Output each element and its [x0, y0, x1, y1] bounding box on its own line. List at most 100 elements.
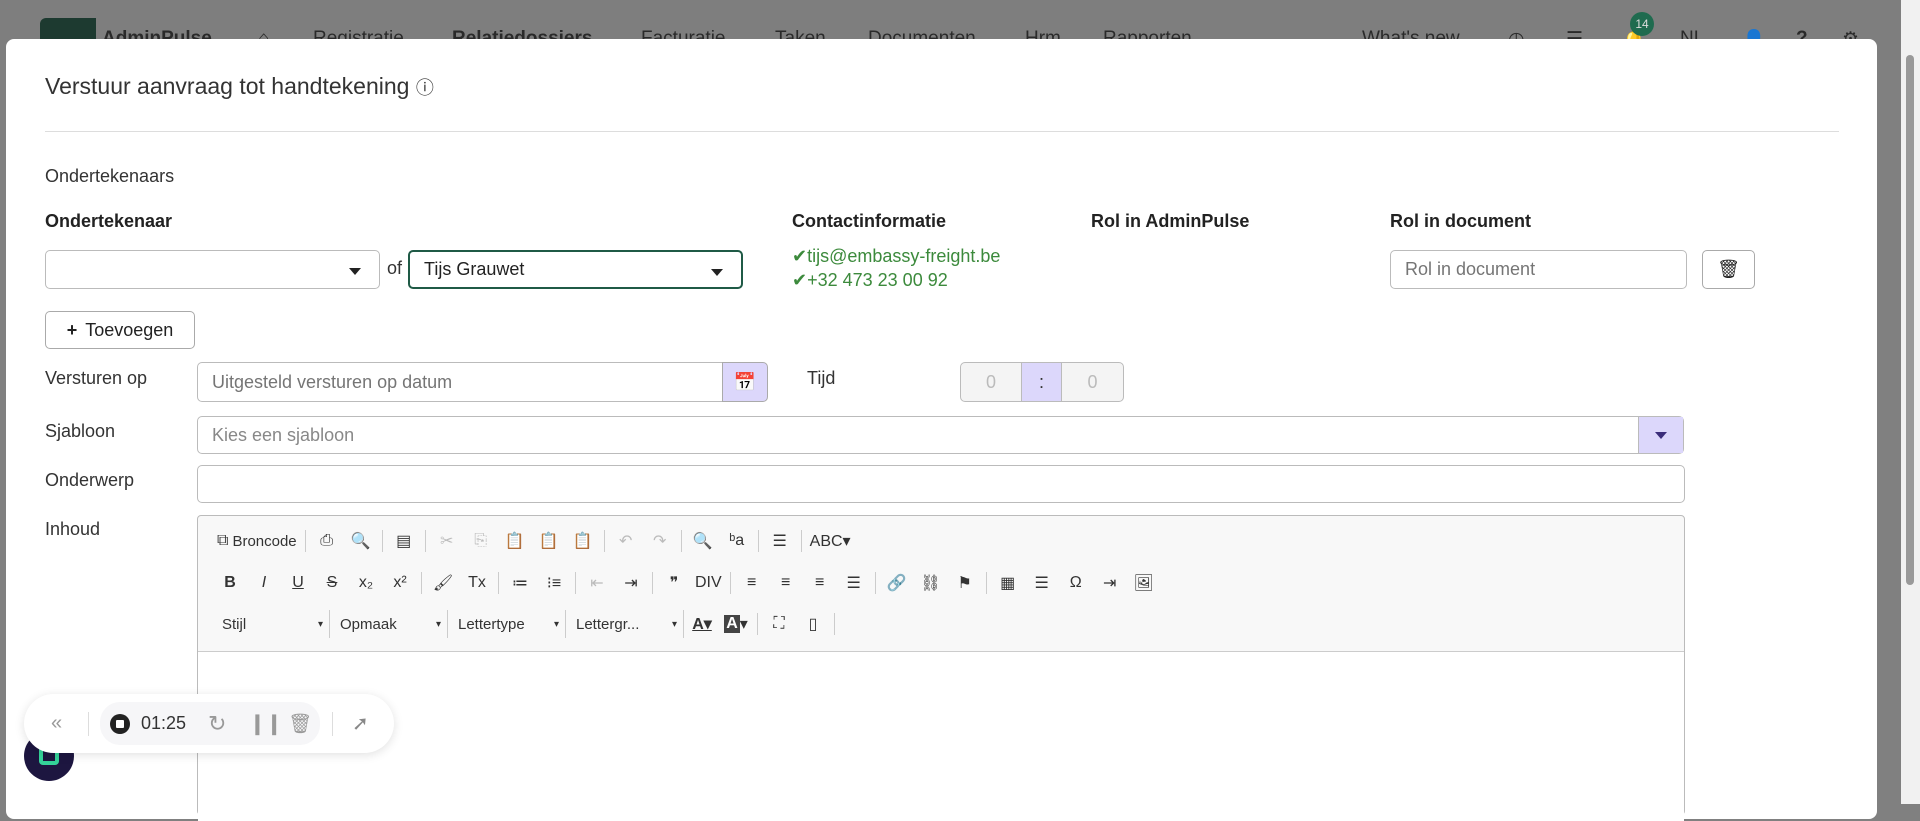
text-color-icon: A▾	[692, 616, 712, 633]
maximize-button[interactable]: ⛶	[763, 610, 795, 638]
blockquote-button[interactable]: ❞	[658, 569, 690, 597]
table-icon: ▦	[1000, 575, 1016, 592]
minute-input[interactable]: 0	[1061, 362, 1124, 402]
chevron-down-icon	[349, 268, 361, 275]
spellcheck-button[interactable]: ABC▾	[807, 527, 854, 555]
help-circle-icon[interactable]: ⓘ	[416, 78, 434, 98]
link-button[interactable]: 🔗	[881, 569, 913, 597]
scrollbar-thumb[interactable]	[1906, 55, 1914, 585]
templates-button[interactable]: ⎙	[311, 527, 343, 555]
superscript-button[interactable]: x²	[384, 569, 416, 597]
editor-toolbar-row-3: Stijl ▾ Opmaak ▾ Lettertype ▾ Lettergr... ▾ …	[214, 610, 838, 638]
align-center-icon: ≡	[781, 574, 791, 591]
section-label: Ondertekenaars	[45, 166, 175, 186]
signer-contact-select[interactable]: Tijs Grauwet	[408, 250, 743, 289]
add-signer-button[interactable]: + Toevoegen	[45, 311, 195, 349]
copy-button[interactable]: ⎘	[465, 527, 497, 555]
cut-button[interactable]: ✂	[431, 527, 463, 555]
signer-value: Tijs Grauwet	[424, 259, 525, 279]
strike-button[interactable]: S	[316, 569, 348, 597]
image-button[interactable]: 🖼	[1128, 569, 1160, 597]
separator	[381, 530, 383, 552]
hour-input[interactable]: 0	[960, 362, 1022, 402]
special-char-button[interactable]: Ω	[1060, 569, 1092, 597]
style-combo[interactable]: Stijl ▾	[214, 610, 330, 638]
restart-icon[interactable]: ↻	[208, 711, 226, 737]
align-left-button[interactable]: ≡	[736, 569, 768, 597]
template-placeholder: Kies een sjabloon	[212, 424, 355, 445]
check-icon: ✔	[792, 270, 808, 290]
outdent-button[interactable]: ⇤	[581, 569, 613, 597]
font-combo[interactable]: Lettertype ▾	[450, 610, 566, 638]
page-break-button[interactable]: ⇥	[1094, 569, 1126, 597]
italic-icon: I	[261, 574, 267, 591]
modal-title-text: Verstuur aanvraag tot handtekening	[45, 73, 410, 99]
trash-icon[interactable]: 🗑	[288, 712, 312, 736]
format-combo[interactable]: Opmaak ▾	[332, 610, 448, 638]
send-date-input[interactable]	[197, 362, 723, 402]
div-button[interactable]: DIV	[692, 569, 725, 597]
show-blocks-button[interactable]: ▯	[797, 610, 829, 638]
bullet-list-button[interactable]: ⁝≡	[538, 569, 570, 597]
new-page-button[interactable]: ▤	[388, 527, 420, 555]
preview-button[interactable]: 🔍	[345, 527, 377, 555]
bold-button[interactable]: B	[214, 569, 246, 597]
unlink-button[interactable]: ⛓	[915, 569, 947, 597]
contact-email: ✔tijs@embassy-freight.be	[792, 246, 1000, 267]
pause-icon[interactable]: ❙❙	[249, 711, 283, 736]
format-painter-button[interactable]: 🖌	[427, 569, 459, 597]
paste-text-button[interactable]: 📋	[533, 527, 565, 555]
paste-word-icon: 📋	[572, 533, 593, 550]
remove-format-button[interactable]: Tx	[461, 569, 493, 597]
show-blocks-icon: ▯	[808, 616, 818, 633]
page-scrollbar[interactable]	[1901, 0, 1920, 804]
div-icon: DIV	[695, 574, 722, 591]
time-separator: :	[1021, 362, 1062, 402]
modal-title: Verstuur aanvraag tot handtekening ⓘ	[45, 73, 434, 100]
italic-button[interactable]: I	[248, 569, 280, 597]
caret-icon: ▾	[317, 618, 323, 630]
collapse-icon[interactable]: «	[51, 712, 62, 735]
replace-button[interactable]: ᵇa	[721, 527, 753, 555]
font-size-combo[interactable]: Lettergr... ▾	[568, 610, 684, 638]
underline-button[interactable]: U	[282, 569, 314, 597]
separator	[421, 572, 422, 594]
source-button[interactable]: ⧉ Broncode	[214, 527, 300, 555]
numbered-list-icon: ≔	[512, 575, 528, 592]
role-in-document-input[interactable]	[1390, 250, 1687, 289]
signer-select-empty[interactable]	[45, 250, 380, 289]
subscript-button[interactable]: x₂	[350, 569, 382, 597]
align-right-button[interactable]: ≡	[804, 569, 836, 597]
numbered-list-button[interactable]: ≔	[504, 569, 536, 597]
find-icon: 🔍	[692, 533, 713, 550]
pointer-icon[interactable]: ➚	[352, 711, 369, 736]
separator	[874, 572, 876, 594]
separator	[603, 530, 605, 552]
delete-signer-button[interactable]: 🗑	[1702, 250, 1755, 289]
template-dropdown-button[interactable]	[1638, 417, 1683, 453]
paste-word-button[interactable]: 📋	[567, 527, 599, 555]
stop-icon[interactable]	[110, 714, 130, 734]
table-button[interactable]: ▦	[992, 569, 1024, 597]
align-center-button[interactable]: ≡	[770, 569, 802, 597]
template-select[interactable]: Kies een sjabloon	[197, 416, 1684, 454]
undo-button[interactable]: ↶	[610, 527, 642, 555]
recording-timer: 01:25	[141, 713, 187, 733]
select-all-button[interactable]: ☰	[764, 527, 796, 555]
hr-button[interactable]: ☰	[1026, 569, 1058, 597]
copy-icon: ⎘	[474, 532, 488, 549]
caret-icon: ▾	[435, 618, 441, 630]
redo-button[interactable]: ↷	[644, 527, 676, 555]
indent-button[interactable]: ⇥	[615, 569, 647, 597]
justify-button[interactable]: ☰	[838, 569, 870, 597]
paste-button[interactable]: 📋	[499, 527, 531, 555]
align-right-icon: ≡	[815, 574, 825, 591]
calendar-button[interactable]: 📅	[722, 362, 768, 402]
anchor-button[interactable]: ⚑	[949, 569, 981, 597]
find-button[interactable]: 🔍	[687, 527, 719, 555]
bg-color-button[interactable]: A ▾	[720, 610, 752, 638]
editor-content-area[interactable]	[198, 651, 1684, 821]
hr-icon: ☰	[1034, 575, 1049, 592]
subject-input[interactable]	[197, 465, 1685, 503]
text-color-button[interactable]: A▾	[686, 610, 718, 638]
